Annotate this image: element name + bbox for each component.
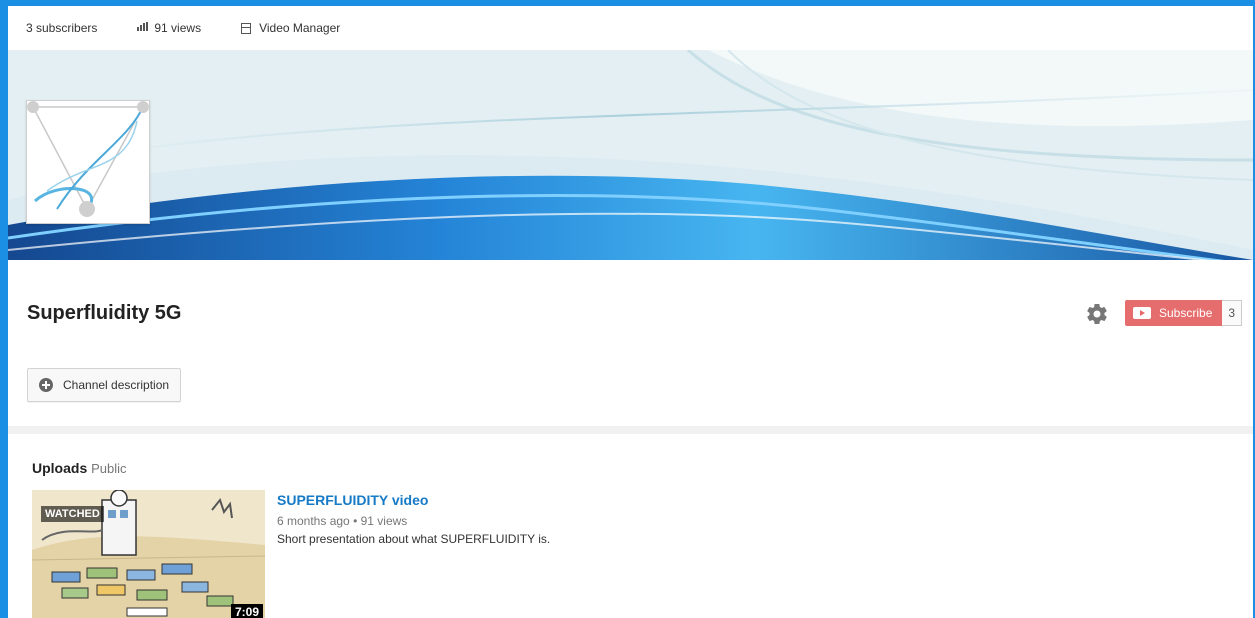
- video-duration: 7:09: [230, 604, 263, 618]
- subscribe-widget: Subscribe 3: [1125, 300, 1243, 326]
- views-stat[interactable]: 91 views: [137, 21, 201, 35]
- watched-badge: WATCHED: [41, 506, 104, 522]
- channel-avatar[interactable]: [26, 100, 150, 224]
- uploads-section: Uploads Public WATCHED 7:09 SUPERFLUIDIT…: [8, 434, 1253, 618]
- banner-art: [8, 50, 1253, 260]
- subscriber-stat[interactable]: 3 subscribers: [26, 21, 97, 35]
- video-age: 6 months ago: [277, 514, 350, 528]
- channel-description-label: Channel description: [63, 378, 170, 392]
- channel-stats-bar: 3 subscribers 91 views Video Manager: [8, 6, 1253, 50]
- page-frame: 3 subscribers 91 views Video Manager Sup…: [0, 0, 1255, 618]
- subscriber-count-badge: 3: [1222, 300, 1243, 326]
- video-title-link[interactable]: SUPERFLUIDITY video: [277, 492, 550, 508]
- video-manager-link[interactable]: Video Manager: [241, 21, 340, 35]
- plus-circle-icon: [39, 378, 53, 392]
- video-manager-label: Video Manager: [259, 21, 341, 35]
- channel-description-button[interactable]: Channel description: [27, 368, 182, 402]
- youtube-play-icon: [1133, 307, 1151, 319]
- channel-title: Superfluidity 5G: [27, 302, 182, 324]
- uploads-title[interactable]: Uploads: [32, 460, 87, 476]
- uploads-visibility: Public: [91, 461, 127, 476]
- views-count-label: 91 views: [154, 21, 202, 35]
- channel-logo: [27, 101, 149, 217]
- subscribe-label: Subscribe: [1159, 306, 1213, 320]
- video-thumbnail[interactable]: WATCHED 7:09: [32, 490, 265, 618]
- bar-chart-icon: [137, 22, 149, 34]
- video-views: 91 views: [360, 514, 408, 528]
- gear-icon[interactable]: [1085, 302, 1109, 326]
- subscribe-button[interactable]: Subscribe: [1125, 300, 1223, 326]
- video-description: Short presentation about what SUPERFLUID…: [277, 532, 551, 546]
- subscriber-count-label: 3 subscribers: [26, 21, 98, 35]
- channel-banner: [8, 50, 1253, 260]
- meta-separator: •: [353, 514, 358, 528]
- video-info: SUPERFLUIDITY video 6 months ago • 91 vi…: [277, 492, 550, 546]
- video-manager-icon: [241, 22, 252, 34]
- video-meta: 6 months ago • 91 views: [277, 514, 550, 528]
- channel-header: Superfluidity 5G Subscribe 3 Channel des…: [8, 260, 1253, 426]
- uploads-heading: Uploads Public: [32, 460, 127, 476]
